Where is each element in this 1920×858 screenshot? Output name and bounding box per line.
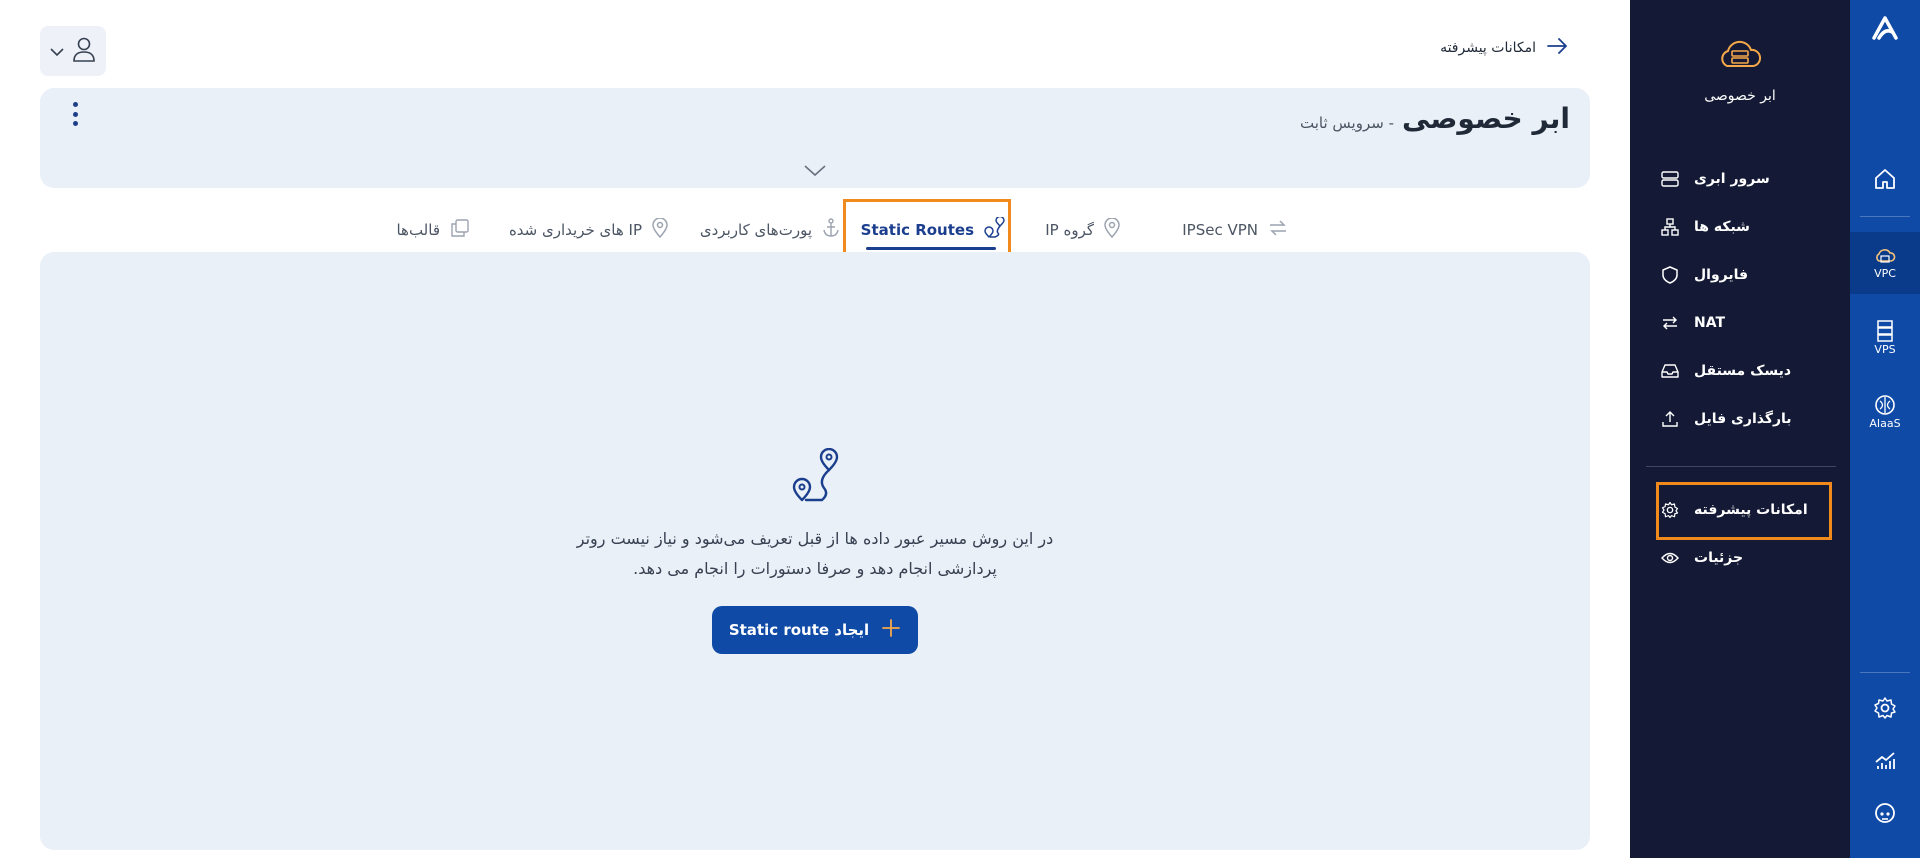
- rail-vpc-label: VPC: [1874, 266, 1896, 280]
- tab-label: قالب‌ها: [396, 221, 440, 239]
- app-rail: VPC VPS AIaaS: [1850, 0, 1920, 858]
- sidebar-item-label: فایروال: [1694, 267, 1749, 283]
- route-illustration-icon: [788, 447, 844, 508]
- nat-arrows-icon: [1660, 313, 1680, 333]
- sidebar-item-label: دیسک مستقل: [1694, 363, 1792, 379]
- empty-state-line-1: در این روش مسیر عبور داده ها از قبل تعری…: [576, 529, 1054, 548]
- rail-divider-bottom: [1860, 672, 1910, 673]
- user-avatar-icon: [72, 36, 96, 66]
- more-options-icon[interactable]: [70, 102, 80, 126]
- user-menu-button[interactable]: [40, 26, 106, 76]
- home-icon: [1873, 167, 1897, 191]
- sidebar-item-label: سرور ابری: [1694, 171, 1770, 187]
- sidebar-item-nat[interactable]: NAT: [1660, 308, 1830, 338]
- upload-icon: [1660, 409, 1680, 429]
- page-title-main: ابر خصوصی: [1402, 102, 1570, 135]
- sidebar-item-upload[interactable]: بارگذاری فایل: [1660, 404, 1830, 434]
- service-header-card: ابر خصوصی - سرویس ثابت: [40, 88, 1590, 188]
- private-cloud-logo-icon: [1630, 36, 1850, 76]
- create-static-route-button[interactable]: ایجاد Static route: [712, 606, 918, 654]
- brand-logo-icon[interactable]: [1870, 14, 1900, 44]
- empty-state-line-2: پردازشی انجام دهد و صرفا دستورات را انجا…: [633, 559, 997, 578]
- tab-label: IPSec VPN: [1182, 221, 1258, 239]
- tab-ip-group[interactable]: گروه IP: [1020, 206, 1120, 254]
- empty-state-description: در این روش مسیر عبور داده ها از قبل تعری…: [515, 524, 1115, 584]
- location-pin-icon: [1104, 217, 1120, 242]
- back-link[interactable]: امکانات پیشرفته: [1440, 38, 1568, 58]
- sidebar-item-cloud-server[interactable]: سرور ابری: [1660, 164, 1830, 194]
- sidebar-item-details[interactable]: جزئیات: [1660, 543, 1830, 573]
- sidebar-item-disk[interactable]: دیسک مستقل: [1660, 356, 1830, 386]
- rail-aiaas-label: AIaaS: [1869, 416, 1901, 430]
- tab-label: IP های خریداری شده: [508, 221, 642, 239]
- rail-vps[interactable]: VPS: [1850, 306, 1920, 368]
- chevron-down-icon: [50, 42, 64, 61]
- rail-reports[interactable]: [1850, 742, 1920, 778]
- tab-bar: IPSec VPN گروه IP Static Routes پورت‌های…: [370, 206, 1286, 254]
- sidebar-item-label: بارگذاری فایل: [1694, 411, 1792, 427]
- page-subtitle: - سرویس ثابت: [1300, 114, 1394, 132]
- sidebar-item-label: جزئیات: [1694, 550, 1744, 566]
- tab-application-ports[interactable]: پورت‌های کاربردی: [680, 206, 840, 254]
- back-link-label: امکانات پیشرفته: [1440, 40, 1536, 56]
- rail-aiaas[interactable]: AIaaS: [1850, 380, 1920, 442]
- create-static-route-label: ایجاد Static route: [728, 621, 870, 639]
- location-pin-icon: [652, 217, 668, 242]
- static-routes-panel: در این روش مسیر عبور داده ها از قبل تعری…: [40, 252, 1590, 850]
- cloud-server-icon: [1873, 247, 1897, 267]
- plus-icon: [881, 618, 901, 642]
- rail-vpc[interactable]: VPC: [1850, 232, 1920, 294]
- support-headset-icon: [1873, 801, 1897, 825]
- tab-ipsec-vpn[interactable]: IPSec VPN: [1138, 206, 1288, 254]
- sidebar: ابر خصوصی سرور ابری شبکه ها فایروال NAT …: [1630, 0, 1850, 858]
- arrow-right-icon: [1546, 38, 1568, 58]
- chart-icon: [1873, 748, 1897, 772]
- rail-divider: [1860, 216, 1910, 217]
- sidebar-divider: [1646, 466, 1836, 467]
- anchor-icon: [822, 218, 840, 242]
- sidebar-item-firewall[interactable]: فایروال: [1660, 260, 1830, 290]
- tab-label: پورت‌های کاربردی: [699, 221, 812, 239]
- rail-home[interactable]: [1850, 160, 1920, 198]
- sidebar-item-label: شبکه ها: [1694, 219, 1750, 235]
- network-icon: [1660, 217, 1680, 237]
- disk-icon: [1660, 361, 1680, 381]
- rail-support[interactable]: [1850, 795, 1920, 831]
- tab-label: گروه IP: [1045, 221, 1094, 239]
- sidebar-item-label: NAT: [1694, 315, 1726, 331]
- shield-icon: [1660, 265, 1680, 285]
- templates-icon: [450, 218, 470, 242]
- sidebar-title: ابر خصوصی: [1704, 88, 1776, 104]
- advanced-highlight: [1656, 482, 1832, 540]
- server-rack-icon: [1875, 319, 1895, 343]
- page-title: ابر خصوصی - سرویس ثابت: [1300, 102, 1570, 135]
- tab-purchased-ips[interactable]: IP های خریداری شده: [488, 206, 668, 254]
- sidebar-item-networks[interactable]: شبکه ها: [1660, 212, 1830, 242]
- server-icon: [1660, 169, 1680, 189]
- settings-icon: [1873, 696, 1897, 720]
- expand-chevron-icon[interactable]: [803, 163, 827, 182]
- rail-vps-label: VPS: [1874, 342, 1896, 356]
- ai-brain-icon: [1873, 393, 1897, 417]
- rail-settings[interactable]: [1850, 690, 1920, 726]
- swap-arrows-icon: [1268, 220, 1288, 240]
- tab-templates[interactable]: قالب‌ها: [370, 206, 470, 254]
- eye-icon: [1660, 548, 1680, 568]
